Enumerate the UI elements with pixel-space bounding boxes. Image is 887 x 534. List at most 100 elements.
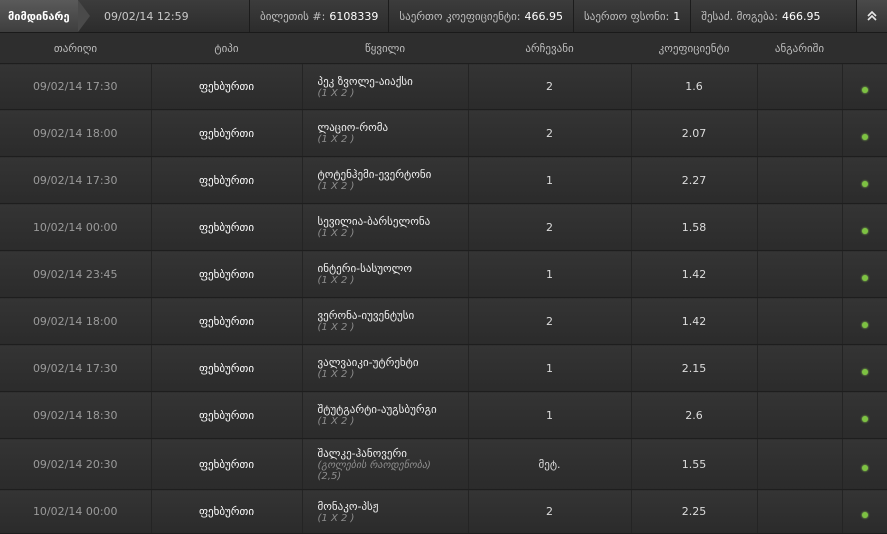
cell-odds: 2.07 [631, 109, 758, 157]
column-header-choice[interactable]: არჩევანი [468, 33, 631, 64]
possible-win: შესაძ. მოგება: 466.95 [690, 0, 830, 32]
cell-status [842, 344, 887, 392]
column-header-type[interactable]: ტიპი [151, 33, 302, 64]
cell-score [757, 344, 843, 392]
cell-type: ფეხბურთი [151, 438, 303, 490]
cell-odds: 2.15 [631, 344, 758, 392]
collapse-button[interactable] [856, 0, 887, 32]
possible-win-label: შესაძ. მოგება: [701, 9, 778, 23]
cell-score [757, 297, 843, 345]
cell-date: 10/02/14 00:00 [0, 489, 152, 534]
column-header-score[interactable]: ანგარიში [757, 33, 842, 64]
cell-date: 09/02/14 18:00 [0, 109, 152, 157]
table-row: 09/02/14 17:30 ფეხბურთი ტოტენჰემი-ევერტონი… [0, 156, 887, 204]
cell-choice: 1 [468, 344, 632, 392]
cell-score [757, 156, 843, 204]
column-header-odds[interactable]: კოეფიციენტი [631, 33, 757, 64]
cell-status [842, 250, 887, 298]
bets-table: თარიღი ტიპი წყვილი არჩევანი კოეფიციენტი … [0, 33, 887, 534]
status-dot-icon [861, 415, 868, 422]
total-coefficient-value: 466.95 [524, 9, 564, 23]
market-name: (1 X 2 ) [317, 369, 355, 380]
cell-score [757, 438, 843, 490]
cell-choice: 2 [468, 297, 632, 345]
cell-choice: 1 [468, 156, 632, 204]
event-name: ინტერი-სასუოლო [317, 262, 412, 275]
cell-score [757, 489, 843, 534]
cell-event: სევილია-ბარსელონა (1 X 2 ) [302, 203, 469, 251]
cell-status [842, 438, 887, 490]
column-header-event[interactable]: წყვილი [302, 33, 468, 64]
column-header-date[interactable]: თარიღი [0, 33, 151, 64]
column-header-status [842, 33, 887, 64]
cell-date: 09/02/14 17:30 [0, 344, 152, 392]
cell-type: ფეხბურთი [151, 391, 303, 439]
event-name: ვალვაიკი-უტრეხტი [317, 356, 419, 369]
cell-type: ფეხბურთი [151, 109, 303, 157]
status-dot-icon [861, 227, 868, 234]
cell-odds: 1.42 [631, 297, 758, 345]
cell-choice: 2 [468, 489, 632, 534]
cell-choice: 2 [468, 203, 632, 251]
cell-status [842, 489, 887, 534]
cell-status [842, 203, 887, 251]
status-dot-icon [861, 180, 868, 187]
table-row: 09/02/14 23:45 ფეხბურთი ინტერი-სასუოლო (1 X… [0, 250, 887, 298]
cell-choice: 2 [468, 109, 632, 157]
cell-date: 09/02/14 17:30 [0, 63, 152, 110]
market-name: (1 X 2 ) [317, 512, 355, 524]
event-name: მონაკო-პსჟ [317, 499, 379, 513]
cell-event: ლაციო-რომა (1 X 2 ) [302, 109, 469, 157]
cell-event: ინტერი-სასუოლო (1 X 2 ) [302, 250, 469, 298]
cell-type: ფეხბურთი [151, 250, 303, 298]
event-name: შტუტგარტი-აუგსბურგი [317, 403, 437, 416]
possible-win-value: 466.95 [781, 9, 821, 23]
cell-score [757, 250, 843, 298]
cell-odds: 1.55 [631, 438, 758, 490]
ticket-datetime: 09/02/14 12:59 [104, 9, 189, 23]
table-row: 09/02/14 18:00 ფეხბურთი ვერონა-იუვენტუსი (1… [0, 297, 887, 345]
cell-choice: 1 [468, 391, 632, 439]
cell-score [757, 203, 843, 251]
cell-score [757, 109, 843, 157]
market-name: (1 X 2 ) [317, 228, 355, 239]
cell-odds: 2.27 [631, 156, 758, 204]
cell-event: მონაკო-პსჟ (1 X 2 ) [302, 489, 469, 534]
market-name: (1 X 2 ) [317, 181, 355, 192]
table-row: 09/02/14 20:30 ფეხბურთი შალკე-ჰანოვერი (გოლ… [0, 438, 887, 490]
market-name: (1 X 2 ) [317, 275, 355, 286]
cell-type: ფეხბურთი [151, 156, 303, 204]
market-name: (გოლების რაოდენობა) [317, 459, 431, 471]
table-row: 10/02/14 00:00 ფეხბურთი მონაკო-პსჟ (1 X 2 )… [0, 489, 887, 534]
table-row: 09/02/14 17:30 ფეხბურთი ვალვაიკი-უტრეხტი (1… [0, 344, 887, 392]
cell-type: ფეხბურთი [151, 297, 303, 345]
market-name: (1 X 2 ) [317, 322, 355, 333]
cell-date: 09/02/14 18:00 [0, 297, 152, 345]
cell-date: 09/02/14 17:30 [0, 156, 152, 204]
total-stake-label: საერთო ფსონი: [584, 9, 670, 23]
total-coefficient-label: საერთო კოეფიციენტი: [399, 9, 521, 23]
cell-type: ფეხბურთი [151, 489, 303, 534]
status-dot-icon [861, 87, 868, 93]
total-stake: საერთო ფსონი: 1 [573, 0, 690, 32]
cell-status [842, 63, 887, 110]
ticket-header: მიმდინარე 09/02/14 12:59 ბილეთის #: 6108… [0, 0, 887, 33]
ticket-number-label: ბილეთის #: [260, 9, 326, 23]
ticket-number-value: 6108339 [329, 9, 379, 23]
cell-event: ვერონა-იუვენტუსი (1 X 2 ) [302, 297, 469, 345]
cell-type: ფეხბურთი [151, 344, 303, 392]
total-stake-value: 1 [673, 9, 681, 23]
table-row: 09/02/14 18:00 ფეხბურთი ლაციო-რომა (1 X 2 )… [0, 109, 887, 157]
cell-date: 09/02/14 20:30 [0, 438, 152, 490]
ticket-number: ბილეთის #: 6108339 [249, 0, 388, 32]
cell-odds: 1.6 [631, 63, 758, 110]
event-name: ლაციო-რომა [317, 121, 389, 134]
status-dot-icon [861, 133, 868, 140]
market-name: (1 X 2 ) [317, 87, 355, 99]
cell-event: შალკე-ჰანოვერი (გოლების რაოდენობა) (2,5) [302, 438, 469, 490]
status-tab[interactable]: მიმდინარე [0, 0, 90, 32]
cell-type: ფეხბურთი [151, 63, 303, 110]
status-dot-icon [861, 321, 868, 328]
status-dot-icon [861, 512, 868, 518]
cell-status [842, 109, 887, 157]
